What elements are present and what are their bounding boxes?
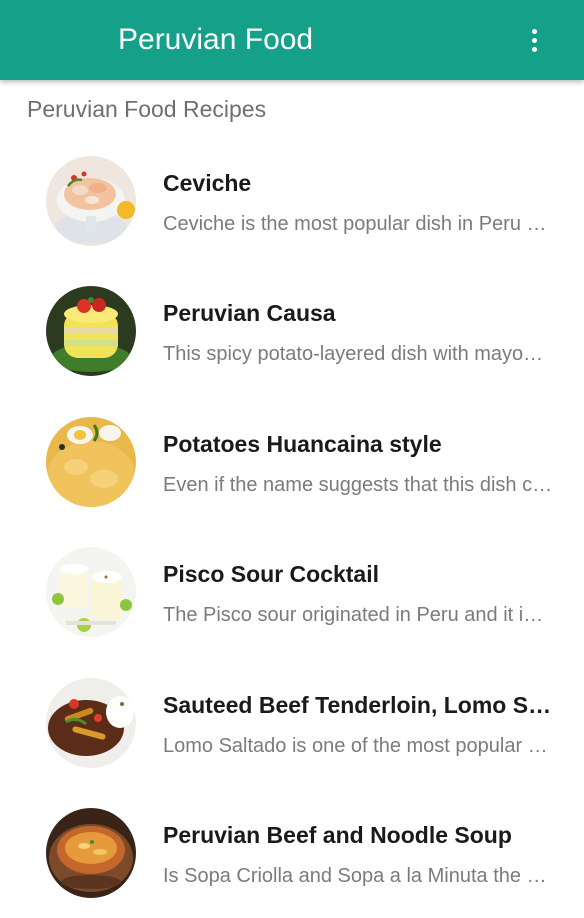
recipe-list: Ceviche Ceviche is the most popular dish…: [0, 136, 584, 918]
recipe-title: Ceviche: [163, 170, 252, 196]
recipe-title: Peruvian Causa: [163, 300, 336, 327]
menu-dot: [531, 37, 537, 43]
pisco-sour-thumbnail: [46, 547, 136, 638]
recipe-item-huancaina[interactable]: Potatoes Huancaina style Even if the nam…: [0, 397, 584, 527]
recipe-description: The Pisco sour originated in Peru and it…: [163, 604, 553, 627]
huancaina-thumbnail: [46, 416, 136, 507]
lomo-saltado-thumbnail: [46, 677, 136, 768]
recipe-title: Peruvian Beef and Noodle Soup: [163, 821, 512, 848]
section-header: Peruvian Food Recipes: [27, 96, 267, 122]
recipe-title: Potatoes Huancaina style: [163, 430, 442, 457]
recipe-description: Even if the name suggests that this dish…: [163, 473, 553, 496]
app-bar: Peruvian Food: [0, 0, 584, 80]
recipe-description: Ceviche is the most popular dish in Peru…: [163, 213, 553, 235]
recipe-item-causa[interactable]: Peruvian Causa This spicy potato-layered…: [0, 266, 584, 396]
recipe-item-pisco-sour[interactable]: Pisco Sour Cocktail The Pisco sour origi…: [0, 527, 584, 657]
causa-thumbnail: [46, 286, 136, 377]
menu-dot: [531, 28, 537, 34]
sopa-criolla-thumbnail: [46, 807, 136, 898]
recipe-description: Lomo Saltado is one of the most popular …: [163, 734, 553, 757]
recipe-item-lomo-saltado[interactable]: Sauteed Beef Tenderloin, Lomo Saltado Lo…: [0, 658, 584, 788]
app-title: Peruvian Food: [118, 23, 314, 56]
recipe-title: Pisco Sour Cocktail: [163, 561, 380, 588]
recipe-item-ceviche[interactable]: Ceviche Ceviche is the most popular dish…: [0, 136, 584, 266]
recipe-item-sopa-criolla[interactable]: Peruvian Beef and Noodle Soup Is Sopa Cr…: [0, 788, 584, 918]
ceviche-thumbnail: [46, 156, 136, 246]
recipe-description: Is Sopa Criolla and Sopa a la Minuta the…: [163, 864, 553, 887]
menu-dot: [531, 46, 537, 52]
recipe-title: Sauteed Beef Tenderloin, Lomo Saltado: [163, 691, 555, 718]
recipe-description: This spicy potato-layered dish with mayo…: [163, 343, 553, 366]
more-vert-icon[interactable]: [518, 22, 550, 58]
